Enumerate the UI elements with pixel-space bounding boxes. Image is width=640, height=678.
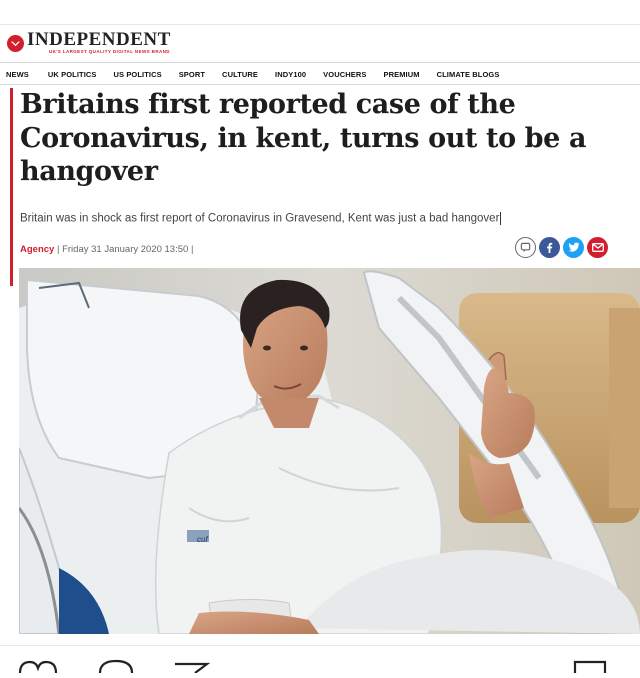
brand-tagline: UK'S LARGEST QUALITY DIGITAL NEWS BRAND — [49, 49, 170, 54]
eagle-logo-icon — [7, 34, 24, 52]
nav-item-vouchers[interactable]: VOUCHERS — [323, 70, 366, 79]
byline-separator-end: | — [190, 244, 194, 255]
article-headline: Britains first reported case of the Coro… — [20, 89, 587, 187]
nav-rule-top — [0, 62, 640, 63]
headline-accent-bar — [10, 88, 13, 286]
nav-item-sport[interactable]: SPORT — [179, 70, 205, 79]
twitter-share-button[interactable] — [563, 237, 584, 258]
article-photo[interactable]: cuf — [19, 268, 640, 634]
comment-button[interactable] — [515, 237, 536, 258]
twitter-icon — [568, 242, 579, 252]
facebook-icon — [547, 242, 553, 253]
brand-name: INDEPENDENT — [27, 29, 171, 50]
bookmark-icon[interactable] — [573, 660, 607, 673]
like-icon[interactable] — [18, 660, 58, 674]
standfirst-text: Britain was in shock as first report of … — [20, 212, 500, 225]
bottom-divider — [0, 645, 640, 646]
nav-item-culture[interactable]: CULTURE — [222, 70, 258, 79]
post-action-bar — [0, 656, 640, 674]
nav-item-us-politics[interactable]: US POLITICS — [114, 70, 162, 79]
hospital-bed-photo: cuf — [19, 268, 640, 634]
nav-item-uk-politics[interactable]: UK POLITICS — [48, 70, 97, 79]
nav-item-premium[interactable]: PREMIUM — [383, 70, 419, 79]
nav-item-indy100[interactable]: INDY100 — [275, 70, 306, 79]
email-share-button[interactable] — [587, 237, 608, 258]
nav-item-climate-blogs[interactable]: CLIMATE BLOGS — [437, 70, 500, 79]
facebook-share-button[interactable] — [539, 237, 560, 258]
text-cursor — [500, 212, 502, 225]
comment-bubble-icon[interactable] — [98, 659, 134, 674]
article-standfirst: Britain was in shock as first report of … — [20, 212, 620, 225]
nav-item-news[interactable]: NEWS — [6, 70, 29, 79]
share-buttons — [515, 237, 611, 258]
independent-logo[interactable]: INDEPENDENT UK'S LARGEST QUALITY DIGITAL… — [7, 29, 171, 55]
byline: Agency | Friday 31 January 2020 13:50 | — [20, 244, 193, 255]
publish-date: Friday 31 January 2020 13:50 — [62, 244, 189, 255]
comment-icon — [520, 242, 531, 253]
top-divider — [0, 24, 640, 25]
gown-logo: cuf — [197, 535, 208, 544]
main-nav: NEWS UK POLITICS US POLITICS SPORT CULTU… — [0, 67, 516, 81]
nav-rule-bottom — [0, 84, 640, 85]
email-icon — [591, 243, 604, 252]
send-icon[interactable] — [175, 662, 211, 674]
author-link[interactable]: Agency — [20, 244, 54, 255]
